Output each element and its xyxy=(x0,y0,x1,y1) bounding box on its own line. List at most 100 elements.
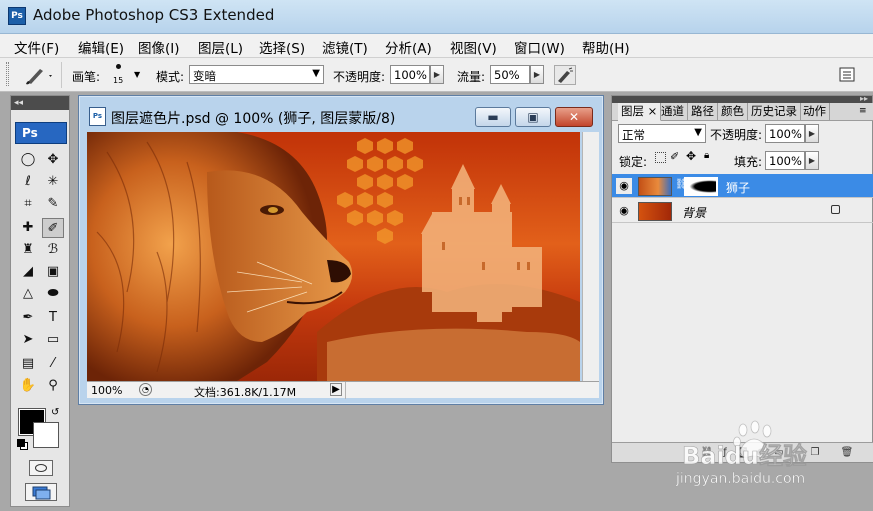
lock-pixels-icon[interactable]: ✐ xyxy=(670,150,679,163)
zoom-tool-icon[interactable]: ⚲ xyxy=(42,376,64,396)
options-grip[interactable] xyxy=(6,62,9,86)
menu-analysis[interactable]: 分析(A) xyxy=(385,37,432,57)
tab-actions[interactable]: 动作 xyxy=(800,103,830,121)
app-titlebar: Ps Adobe Photoshop CS3 Extended xyxy=(0,0,873,34)
tab-channels[interactable]: 通道 xyxy=(658,103,688,121)
brush-tool-preset-icon[interactable] xyxy=(22,64,56,86)
layer-mask-thumbnail[interactable] xyxy=(684,177,718,196)
screen-mode-icon[interactable] xyxy=(25,483,57,501)
lock-transparency-icon[interactable] xyxy=(655,152,666,163)
menu-view[interactable]: 视图(V) xyxy=(450,37,497,57)
minimize-button[interactable]: ▬ xyxy=(475,107,511,127)
tab-layers[interactable]: 图层 × xyxy=(618,103,662,121)
eyedropper-tool-icon[interactable]: ⁄ xyxy=(42,354,64,374)
blend-mode-select[interactable]: 正常 ▼ xyxy=(618,124,706,143)
photoshop-logo[interactable]: Ps xyxy=(15,122,67,144)
slice-tool-icon[interactable]: ✎ xyxy=(42,194,64,214)
layer-thumbnail[interactable] xyxy=(638,177,672,196)
background-color-swatch[interactable] xyxy=(33,422,59,448)
history-brush-tool-icon[interactable]: ℬ xyxy=(42,240,64,260)
minimize-icon: ▬ xyxy=(487,110,499,124)
crop-tool-icon[interactable]: ⌗ xyxy=(17,194,39,214)
mode-select[interactable]: 变暗 ▼ xyxy=(189,65,324,84)
watermark-brand: Baidu经验 xyxy=(682,442,808,471)
eraser-tool-icon[interactable]: ◢ xyxy=(17,262,39,282)
magic-wand-tool-icon[interactable]: ✳ xyxy=(42,172,64,192)
pen-tool-icon[interactable]: ✒ xyxy=(17,308,39,328)
palette-well-icon[interactable] xyxy=(838,66,856,83)
tab-history[interactable]: 历史记录 xyxy=(748,103,801,121)
zoom-level[interactable]: 100% xyxy=(91,384,122,397)
tab-paths[interactable]: 路径 xyxy=(688,103,718,121)
panel-collapse-icon[interactable]: ▸▸ xyxy=(860,94,868,103)
brush-tip-icon xyxy=(116,64,121,69)
layer-lock-icon xyxy=(831,205,840,214)
menu-image[interactable]: 图像(I) xyxy=(138,37,180,57)
flow-field[interactable]: 50% xyxy=(490,65,530,84)
brush-picker[interactable]: 15 ▼ xyxy=(106,62,148,88)
document-window[interactable]: Ps 图层遮色片.psd @ 100% (狮子, 图层蒙版/8) ▬ ▣ ✕ 1… xyxy=(78,95,604,405)
airbrush-icon[interactable] xyxy=(554,65,576,85)
close-button[interactable]: ✕ xyxy=(555,107,593,127)
path-selection-tool-icon[interactable]: ➤ xyxy=(17,330,39,350)
mode-value: 变暗 xyxy=(193,69,216,83)
lasso-tool-icon[interactable]: ℓ xyxy=(17,172,39,192)
opacity-slider-arrow-icon[interactable]: ▶ xyxy=(430,65,444,84)
image-canvas[interactable] xyxy=(87,132,580,381)
healing-brush-tool-icon[interactable]: ✚ xyxy=(17,218,39,238)
flow-slider-arrow-icon[interactable]: ▶ xyxy=(530,65,544,84)
menu-edit[interactable]: 编辑(E) xyxy=(78,37,124,57)
dodge-tool-icon[interactable]: ⬬ xyxy=(42,284,64,304)
default-colors-icon[interactable] xyxy=(17,439,25,447)
lock-all-icon[interactable]: 🔒︎ xyxy=(704,150,709,161)
quick-mask-icon[interactable] xyxy=(29,460,53,476)
menu-filter[interactable]: 滤镜(T) xyxy=(322,37,368,57)
hand-tool-icon[interactable]: ✋ xyxy=(17,376,39,396)
layer-name[interactable]: 狮子 xyxy=(726,179,750,196)
status-menu-icon[interactable]: ◔ xyxy=(139,383,152,396)
status-arrow-icon[interactable]: ▶ xyxy=(330,383,342,396)
vertical-scrollbar[interactable] xyxy=(582,132,599,381)
lock-position-icon[interactable]: ✥ xyxy=(686,149,696,163)
opacity-field[interactable]: 100% xyxy=(390,65,430,84)
gradient-tool-icon[interactable]: ▣ xyxy=(42,262,64,282)
layer-opacity-field[interactable]: 100% xyxy=(765,124,805,143)
layer-row-background[interactable]: ◉ 背景 xyxy=(612,199,873,223)
baidu-jingyan-watermark: Baidu经验 jingyan.baidu.com xyxy=(668,418,868,498)
brush-label: 画笔: xyxy=(72,70,101,84)
layer-thumbnail[interactable] xyxy=(638,202,672,221)
swap-colors-icon[interactable]: ↺ xyxy=(51,407,59,418)
menu-window[interactable]: 窗口(W) xyxy=(514,37,565,57)
lion-castle-composite-image xyxy=(87,132,580,381)
layer-row-lion[interactable]: ◉ ⛓ 狮子 xyxy=(612,174,873,198)
brush-tool-icon[interactable]: ✐ xyxy=(42,218,64,238)
separator xyxy=(61,62,62,88)
blur-tool-icon[interactable]: △ xyxy=(17,284,39,304)
menu-layer[interactable]: 图层(L) xyxy=(198,37,243,57)
chevron-down-icon: ▼ xyxy=(134,70,141,79)
fill-field[interactable]: 100% xyxy=(765,151,805,170)
menu-help[interactable]: 帮助(H) xyxy=(582,37,630,57)
clone-stamp-tool-icon[interactable]: ♜ xyxy=(17,240,39,260)
visibility-eye-icon[interactable]: ◉ xyxy=(616,203,632,219)
tab-color[interactable]: 颜色 xyxy=(718,103,748,121)
tab-close-icon[interactable]: × xyxy=(648,104,658,118)
notes-tool-icon[interactable]: ▤ xyxy=(17,354,39,374)
menu-file[interactable]: 文件(F) xyxy=(14,37,59,57)
panel-menu-icon[interactable]: ≡ xyxy=(859,106,867,116)
toolbox-collapse[interactable]: ◂◂ xyxy=(11,96,69,110)
type-tool-icon[interactable]: T xyxy=(42,308,64,328)
chevron-down-icon: ▼ xyxy=(694,127,702,138)
shape-tool-icon[interactable]: ▭ xyxy=(42,330,64,350)
menu-select[interactable]: 选择(S) xyxy=(259,37,305,57)
marquee-tool-icon[interactable]: ◯ xyxy=(17,150,39,170)
horizontal-scrollbar[interactable] xyxy=(345,382,599,399)
move-tool-icon[interactable]: ✥ xyxy=(42,150,64,170)
layer-name[interactable]: 背景 xyxy=(682,204,706,221)
maximize-button[interactable]: ▣ xyxy=(515,107,551,127)
options-bar: 画笔: 15 ▼ 模式: 变暗 ▼ 不透明度: 100% ▶ 流量: 50% ▶ xyxy=(0,58,873,92)
layer-opacity-arrow-icon[interactable]: ▶ xyxy=(805,124,819,143)
photoshop-app-icon: Ps xyxy=(8,7,26,25)
visibility-eye-icon[interactable]: ◉ xyxy=(616,178,632,194)
fill-arrow-icon[interactable]: ▶ xyxy=(805,151,819,170)
